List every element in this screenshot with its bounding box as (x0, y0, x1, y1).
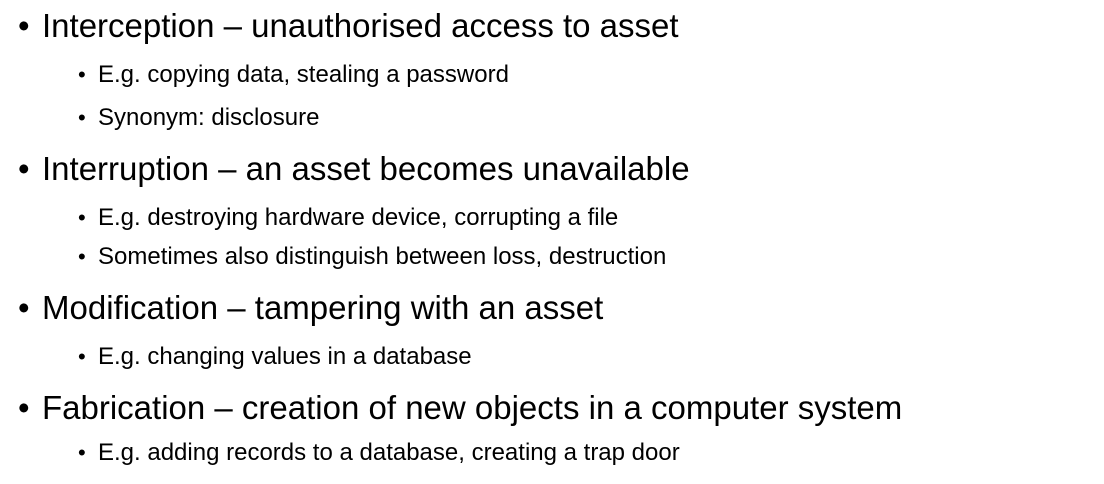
sub-bullet-dot-icon: • (78, 440, 86, 465)
sub-bullet-modification-example: • E.g. changing values in a database (78, 343, 472, 371)
sub-bullet-text: E.g. copying data, stealing a password (98, 61, 509, 88)
bullet-modification: • Modification – tampering with an asset (18, 290, 603, 326)
bullet-dot-icon: • (18, 150, 30, 187)
bullet-fabrication: • Fabrication – creation of new objects i… (18, 390, 902, 426)
bullet-text: Modification – tampering with an asset (42, 289, 604, 326)
sub-bullet-interruption-distinction: • Sometimes also distinguish between loss… (78, 243, 666, 271)
sub-bullet-interception-example: • E.g. copying data, stealing a password (78, 61, 509, 89)
sub-bullet-text: E.g. destroying hardware device, corrupt… (98, 204, 619, 231)
bullet-interruption: • Interruption – an asset becomes unavail… (18, 151, 690, 187)
sub-bullet-fabrication-example: • E.g. adding records to a database, crea… (78, 439, 680, 467)
bullet-text: Fabrication – creation of new objects in… (42, 389, 903, 426)
bullet-interception: • Interception – unauthorised access to a… (18, 8, 679, 44)
sub-bullet-text: E.g. changing values in a database (98, 343, 472, 370)
sub-bullet-interruption-example: • E.g. destroying hardware device, corrup… (78, 204, 618, 232)
sub-bullet-dot-icon: • (78, 205, 86, 230)
bullet-text: Interception – unauthorised access to as… (42, 7, 679, 44)
sub-bullet-dot-icon: • (78, 244, 86, 269)
sub-bullet-interception-synonym: • Synonym: disclosure (78, 104, 319, 132)
slide-content: • Interception – unauthorised access to a… (0, 0, 1104, 484)
sub-bullet-dot-icon: • (78, 105, 86, 130)
bullet-dot-icon: • (18, 7, 30, 44)
bullet-dot-icon: • (18, 389, 30, 426)
sub-bullet-text: Synonym: disclosure (98, 104, 320, 131)
bullet-text: Interruption – an asset becomes unavaila… (42, 150, 690, 187)
sub-bullet-text: E.g. adding records to a database, creat… (98, 439, 680, 466)
sub-bullet-dot-icon: • (78, 344, 86, 369)
sub-bullet-dot-icon: • (78, 62, 86, 87)
bullet-dot-icon: • (18, 289, 30, 326)
sub-bullet-text: Sometimes also distinguish between loss,… (98, 243, 667, 270)
